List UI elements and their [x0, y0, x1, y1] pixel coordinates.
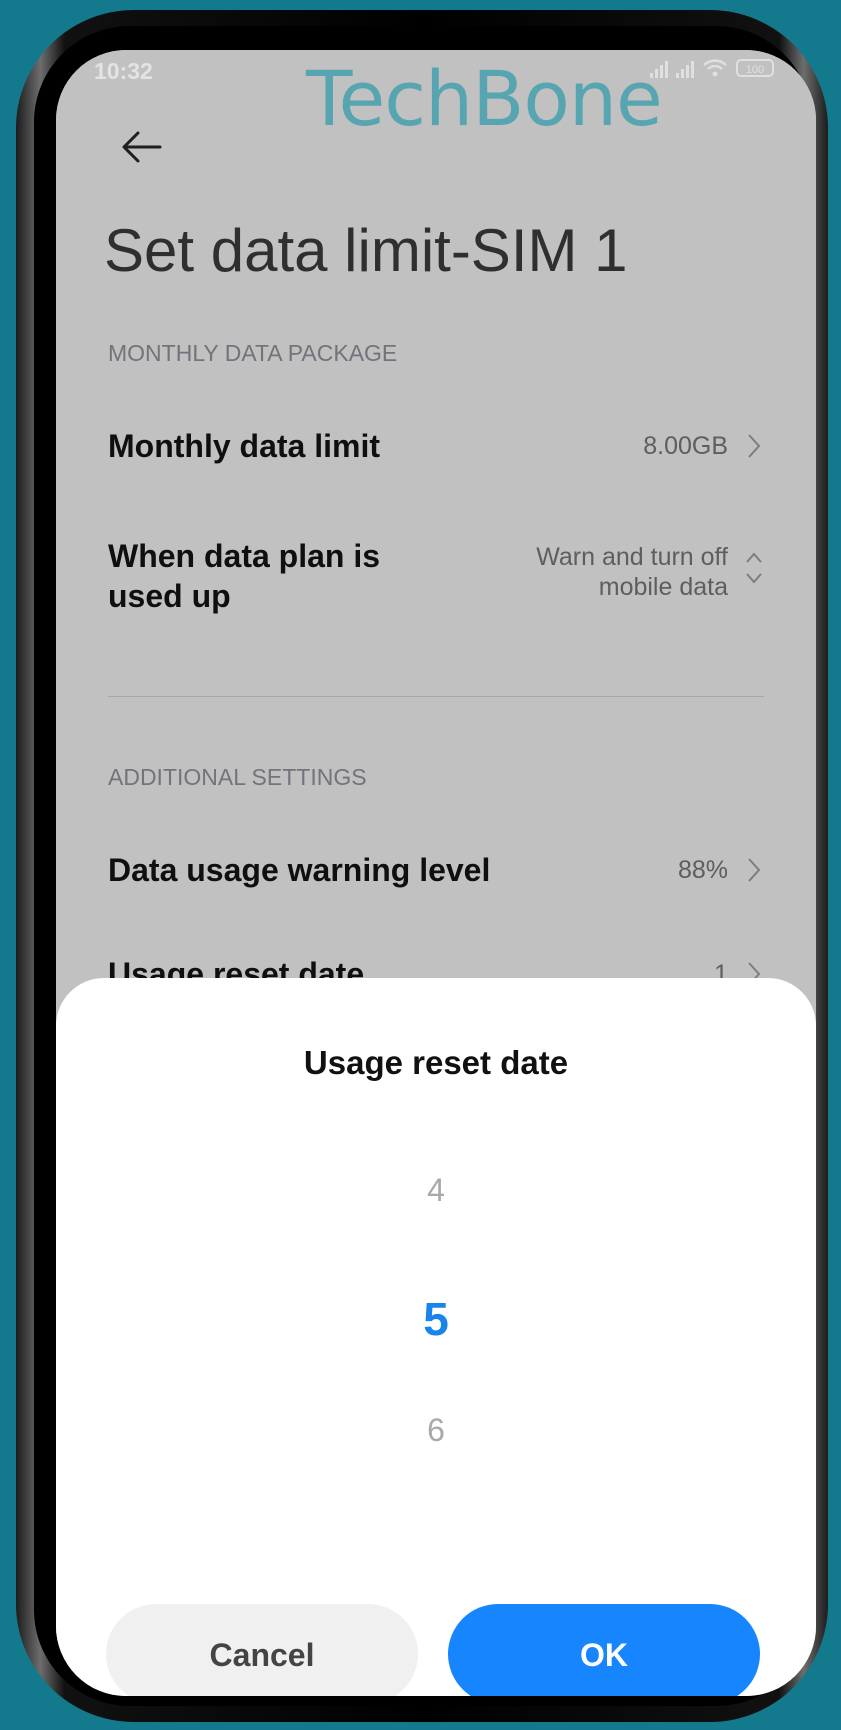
cancel-button[interactable]: Cancel: [106, 1604, 418, 1696]
phone-screen: 10:32 100 TechBone Set data limit-SIM 1 …: [56, 50, 816, 1696]
usage-reset-date-dialog: Usage reset date 4 5 6 Cancel OK: [56, 978, 816, 1696]
ok-button[interactable]: OK: [448, 1604, 760, 1696]
dialog-title: Usage reset date: [303, 1044, 569, 1081]
picker-option-previous[interactable]: 4: [56, 1172, 816, 1209]
picker-option-selected[interactable]: 5: [56, 1292, 816, 1346]
picker-option-next[interactable]: 6: [56, 1412, 816, 1449]
